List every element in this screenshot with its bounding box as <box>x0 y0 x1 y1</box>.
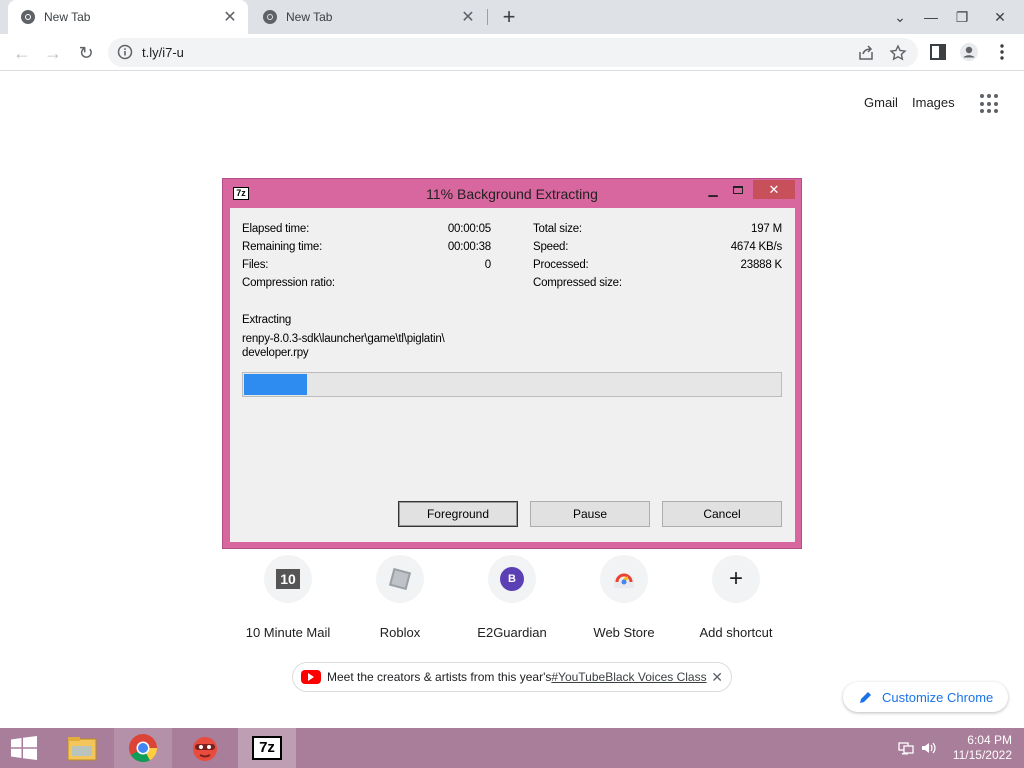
chrome-taskbar-icon[interactable] <box>114 728 172 768</box>
shortcut-label: 10 Minute Mail <box>245 625 331 640</box>
seven-zip-taskbar-icon[interactable]: 7z <box>238 728 296 768</box>
files-value: 0 <box>484 259 491 271</box>
clock-date: 11/15/2022 <box>952 748 1012 762</box>
web-store-icon <box>600 555 648 603</box>
gmail-link[interactable]: Gmail <box>864 95 898 110</box>
browser-toolbar: ← → ↻ t.ly/i7-u <box>0 34 1024 71</box>
promo-text: Meet the creators & artists from this ye… <box>327 670 552 684</box>
side-panel-icon[interactable] <box>928 42 948 62</box>
status-text: Extracting <box>242 314 292 326</box>
taskbar: 7z 6:04 PM 11/15/2022 <box>0 728 1024 768</box>
share-icon[interactable] <box>857 44 875 62</box>
shortcut-10-minute-mail[interactable]: 10 10 Minute Mail <box>233 555 343 640</box>
remaining-label: Remaining time: <box>242 241 323 253</box>
roblox-icon <box>376 555 424 603</box>
shortcut-web-store[interactable]: Web Store <box>569 555 679 640</box>
tab-title: New Tab <box>286 10 333 24</box>
volume-icon[interactable] <box>921 740 937 756</box>
chrome-menu-icon[interactable] <box>992 42 1012 62</box>
customize-label: Customize Chrome <box>882 689 994 705</box>
dialog-maximize-button[interactable] <box>728 183 748 203</box>
dialog-minimize-button[interactable]: ▁ <box>703 183 723 203</box>
address-bar[interactable]: t.ly/i7-u <box>108 38 918 67</box>
profile-avatar-icon[interactable] <box>959 42 979 62</box>
youtube-icon <box>301 670 321 684</box>
dialog-close-button[interactable]: ✕ <box>753 180 795 199</box>
shortcut-label: Roblox <box>379 625 421 640</box>
shortcut-e2guardian[interactable]: B E2Guardian <box>457 555 567 640</box>
shortcut-add[interactable]: + Add shortcut <box>681 555 791 640</box>
promo-link[interactable]: #YouTubeBlack Voices Class <box>551 670 706 684</box>
shortcut-label: Add shortcut <box>699 625 773 640</box>
remaining-value: 00:00:38 <box>447 241 491 253</box>
images-link[interactable]: Images <box>912 95 955 110</box>
extract-dialog: 7z 11% Background Extracting ▁ ✕ Elapsed… <box>222 178 802 549</box>
shortcut-label: E2Guardian <box>477 625 547 640</box>
app-taskbar-icon[interactable] <box>176 728 234 768</box>
bookmark-star-icon[interactable] <box>889 44 907 62</box>
total-size-label: Total size: <box>533 223 582 235</box>
close-window-button[interactable]: ✕ <box>982 0 1018 34</box>
extract-progress-bar <box>242 372 782 397</box>
processed-value: 23888 K <box>740 259 783 271</box>
back-button[interactable]: ← <box>9 40 35 66</box>
tab-new-tab-1[interactable]: New Tab ✕ <box>8 0 248 34</box>
e2guardian-icon: B <box>488 555 536 603</box>
compression-ratio-label: Compression ratio: <box>242 277 335 289</box>
total-size-value: 197 M <box>751 223 782 235</box>
files-label: Files: <box>242 259 269 271</box>
tab-title: New Tab <box>44 10 91 24</box>
current-file-path: renpy-8.0.3-sdk\launcher\game\tl\piglati… <box>242 333 445 345</box>
foreground-button[interactable]: Foreground <box>398 501 518 527</box>
cancel-button[interactable]: Cancel <box>662 501 782 527</box>
reload-button[interactable]: ↻ <box>73 40 99 66</box>
dismiss-promo-icon[interactable]: ✕ <box>711 669 723 686</box>
chrome-favicon-icon <box>263 10 277 24</box>
tab-new-tab-2[interactable]: New Tab ✕ <box>250 0 486 34</box>
speed-value: 4674 KB/s <box>730 241 782 253</box>
dialog-body: Elapsed time: 00:00:05 Remaining time: 0… <box>230 208 795 542</box>
tab-strip: New Tab ✕ New Tab ✕ + ⌄ — ❐ ✕ <box>0 0 1024 34</box>
start-button[interactable] <box>0 728 48 768</box>
forward-button[interactable]: → <box>40 40 66 66</box>
google-apps-icon[interactable] <box>980 94 1000 114</box>
url-text: t.ly/i7-u <box>142 45 184 60</box>
seven-zip-icon: 7z <box>252 736 282 760</box>
shortcut-roblox[interactable]: Roblox <box>345 555 455 640</box>
plus-icon: + <box>712 555 760 603</box>
promo-banner[interactable]: Meet the creators & artists from this ye… <box>292 662 732 692</box>
current-file-name: developer.rpy <box>242 347 309 359</box>
file-explorer-taskbar-icon[interactable] <box>53 728 111 768</box>
dialog-titlebar[interactable]: 7z 11% Background Extracting ▁ ✕ <box>223 179 801 208</box>
network-icon[interactable] <box>898 740 914 756</box>
speed-label: Speed: <box>533 241 569 253</box>
shortcut-label: Web Store <box>593 625 655 640</box>
close-tab-icon[interactable]: ✕ <box>458 7 478 27</box>
clock-time: 6:04 PM <box>967 733 1012 747</box>
site-info-icon[interactable] <box>117 44 133 60</box>
new-tab-button[interactable]: + <box>498 4 520 29</box>
compressed-size-label: Compressed size: <box>533 277 622 289</box>
progress-fill <box>244 374 308 395</box>
tab-separator <box>487 9 488 25</box>
windows-logo-icon <box>11 736 37 760</box>
customize-chrome-button[interactable]: Customize Chrome <box>843 682 1008 712</box>
system-clock[interactable]: 6:04 PM 11/15/2022 <box>953 733 1012 763</box>
chrome-favicon-icon <box>21 10 35 24</box>
pencil-icon <box>860 692 871 703</box>
elapsed-value: 00:00:05 <box>447 223 491 235</box>
ten-minute-mail-icon: 10 <box>264 555 312 603</box>
close-tab-icon[interactable]: ✕ <box>220 7 240 27</box>
pause-button[interactable]: Pause <box>530 501 650 527</box>
elapsed-label: Elapsed time: <box>242 223 310 235</box>
restore-window-button[interactable]: ❐ <box>944 0 980 34</box>
processed-label: Processed: <box>533 259 589 271</box>
